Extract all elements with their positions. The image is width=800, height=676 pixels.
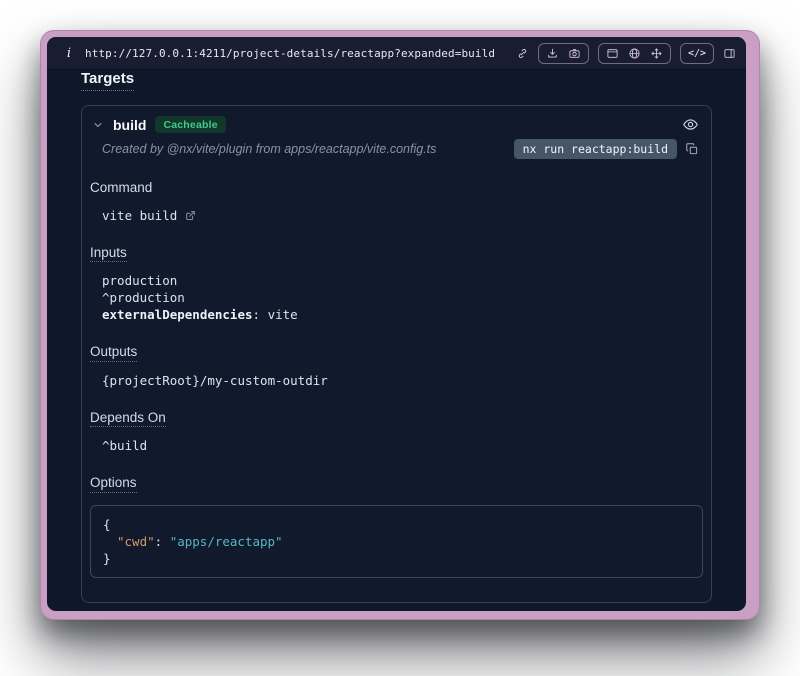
view-tool-group — [598, 43, 671, 64]
copy-icon[interactable] — [685, 142, 699, 156]
code-icon[interactable]: </> — [688, 47, 706, 60]
camera-icon[interactable] — [568, 47, 581, 60]
cacheable-badge: Cacheable — [155, 116, 225, 133]
json-cwd-line: "cwd": "apps/reactapp" — [103, 533, 690, 550]
globe-icon[interactable] — [628, 47, 641, 60]
build-target-card: build Cacheable Created by @nx/vite/plug… — [81, 105, 712, 603]
window-icon[interactable] — [606, 47, 619, 60]
depends-on-item: ^build — [102, 437, 703, 454]
target-name: build — [113, 117, 146, 133]
options-json-block: { "cwd": "apps/reactapp" } — [90, 505, 703, 578]
eye-icon[interactable] — [682, 116, 699, 133]
output-item: {projectRoot}/my-custom-outdir — [102, 372, 703, 389]
run-command-chip: nx run reactapp:build — [514, 139, 677, 159]
json-open-brace: { — [103, 516, 690, 533]
browser-toolbar: i http://127.0.0.1:4211/project-details/… — [47, 37, 746, 70]
page-content: Targets build Cacheable Created by @nx/v — [47, 70, 746, 611]
build-card-body: Command vite build Inputs production ^pr… — [82, 159, 711, 602]
capture-tool-group — [538, 43, 589, 64]
screenshot-download-icon[interactable] — [546, 47, 559, 60]
code-tool-group: </> — [680, 43, 714, 64]
browser-inner: i http://127.0.0.1:4211/project-details/… — [47, 37, 746, 611]
command-value: vite build — [102, 207, 177, 224]
info-icon[interactable]: i — [63, 46, 75, 61]
external-link-icon[interactable] — [184, 209, 197, 222]
link-icon[interactable] — [516, 47, 529, 60]
url-bar[interactable]: http://127.0.0.1:4211/project-details/re… — [85, 47, 506, 60]
sidebar-toggle-icon[interactable] — [723, 47, 736, 60]
command-label: Command — [90, 181, 152, 197]
outputs-label[interactable]: Outputs — [90, 345, 137, 362]
toolbar-actions: </> — [516, 43, 736, 64]
inputs-label[interactable]: Inputs — [90, 246, 127, 263]
input-item: externalDependencies: vite — [102, 306, 703, 323]
build-card-header: build Cacheable — [82, 106, 711, 137]
chevron-down-icon[interactable] — [92, 119, 104, 131]
move-icon[interactable] — [650, 47, 663, 60]
build-card-meta: Created by @nx/vite/plugin from apps/rea… — [82, 137, 711, 159]
browser-window: i http://127.0.0.1:4211/project-details/… — [40, 30, 760, 620]
depends-on-label[interactable]: Depends On — [90, 411, 166, 428]
input-item: production — [102, 272, 703, 289]
page-title: Targets — [81, 70, 134, 91]
created-by-text: Created by @nx/vite/plugin from apps/rea… — [102, 142, 506, 156]
json-close-brace: } — [103, 550, 690, 567]
input-item: ^production — [102, 289, 703, 306]
options-label[interactable]: Options — [90, 476, 137, 493]
